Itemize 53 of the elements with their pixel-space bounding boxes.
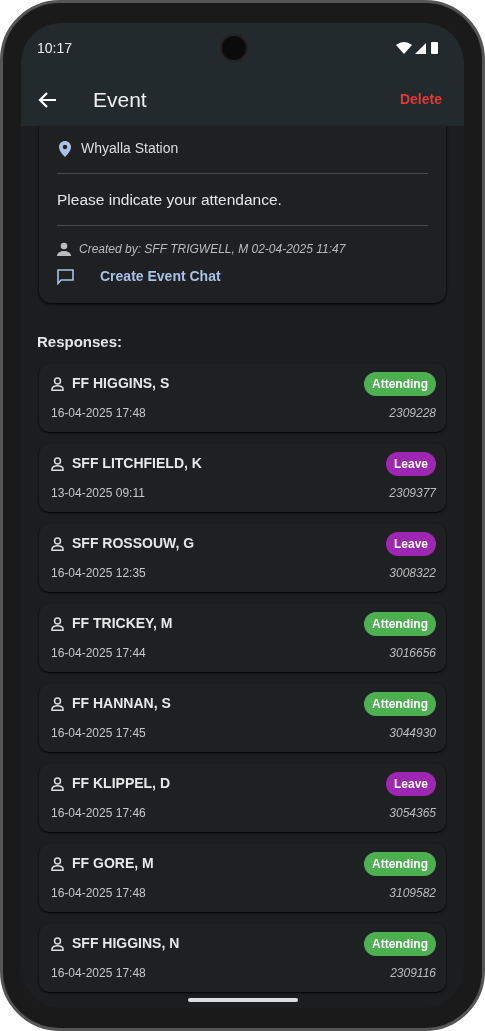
camera-icon bbox=[220, 34, 248, 62]
responses-heading: Responses: bbox=[37, 332, 124, 353]
page-title: Event bbox=[93, 86, 148, 113]
chat-bubble-icon bbox=[57, 268, 74, 285]
status-badge: Attending bbox=[364, 611, 436, 636]
person-outline-icon bbox=[51, 696, 64, 711]
person-outline-icon bbox=[51, 616, 64, 631]
status-badge: Attending bbox=[364, 691, 436, 716]
member-number: 3044930 bbox=[389, 724, 436, 742]
person-outline-icon bbox=[51, 936, 64, 951]
back-button[interactable] bbox=[37, 90, 57, 109]
response-date: 16-04-2025 17:46 bbox=[51, 804, 146, 822]
person-icon bbox=[57, 242, 71, 257]
event-location: Whyalla Station bbox=[81, 139, 179, 158]
responder-name: FF GORE, M bbox=[72, 854, 155, 874]
created-by-text: Created by: SFF TRIGWELL, M 02-04-2025 11:47 bbox=[79, 241, 346, 259]
responder-name: FF HIGGINS, S bbox=[72, 374, 171, 394]
clock: 10:17 bbox=[37, 38, 73, 58]
member-number: 3016656 bbox=[389, 644, 436, 662]
responder-name: SFF HIGGINS, N bbox=[72, 934, 181, 954]
responder-name: FF TRICKEY, M bbox=[72, 614, 174, 634]
responder-name: FF KLIPPEL, D bbox=[72, 774, 171, 794]
responder-name: FF HANNAN, S bbox=[72, 694, 172, 714]
response-date: 16-04-2025 17:45 bbox=[51, 724, 146, 742]
response-date: 16-04-2025 17:44 bbox=[51, 644, 146, 662]
member-number: 3008322 bbox=[389, 564, 436, 582]
person-outline-icon bbox=[51, 456, 64, 471]
member-number: 2309116 bbox=[390, 964, 436, 982]
response-date: 16-04-2025 17:48 bbox=[51, 404, 146, 422]
status-icons bbox=[396, 41, 440, 55]
member-number: 3054365 bbox=[389, 804, 436, 822]
status-badge: Attending bbox=[364, 371, 436, 396]
response-date: 16-04-2025 17:48 bbox=[51, 884, 146, 902]
status-badge: Leave bbox=[385, 451, 436, 476]
response-date: 13-04-2025 09:11 bbox=[51, 484, 145, 502]
status-badge: Attending bbox=[364, 931, 436, 956]
member-number: 2309377 bbox=[389, 484, 436, 502]
status-badge: Attending bbox=[364, 851, 436, 876]
person-outline-icon bbox=[51, 536, 64, 551]
responder-name: SFF LITCHFIELD, K bbox=[72, 454, 203, 474]
location-pin-icon bbox=[59, 140, 71, 157]
member-number: 3109582 bbox=[389, 884, 436, 902]
response-date: 16-04-2025 12:35 bbox=[51, 564, 146, 582]
responder-name: SFF ROSSOUW, G bbox=[72, 534, 196, 554]
status-badge: Leave bbox=[385, 771, 436, 796]
response-date: 16-04-2025 17:48 bbox=[51, 964, 146, 982]
person-outline-icon bbox=[51, 376, 64, 391]
create-chat-link[interactable]: Create Event Chat bbox=[100, 266, 221, 288]
person-outline-icon bbox=[51, 856, 64, 871]
event-description: Please indicate your attendance. bbox=[57, 190, 283, 210]
status-badge: Leave bbox=[385, 531, 436, 556]
member-number: 2309228 bbox=[389, 404, 436, 422]
person-outline-icon bbox=[51, 776, 64, 791]
